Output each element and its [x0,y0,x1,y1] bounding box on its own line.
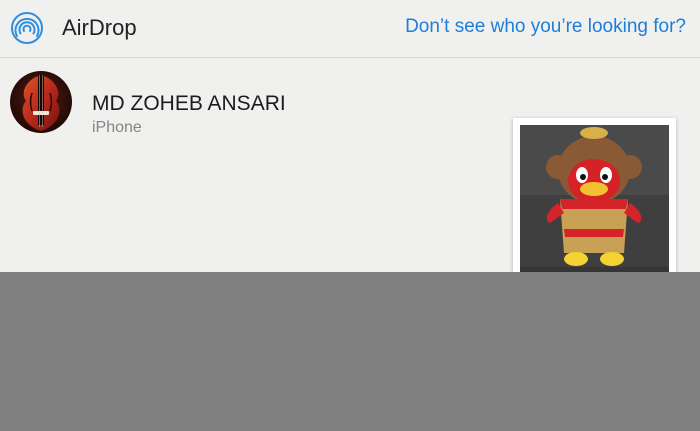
photo-thumbnail [513,118,676,272]
recipient-item[interactable]: MD ZOHEB ANSARI iPhone [10,71,330,136]
help-link[interactable]: Don’t see who you’re looking for? [405,15,686,39]
recipient-device: iPhone [92,119,142,136]
airdrop-title: AirDrop [62,15,137,40]
violin-avatar [10,71,72,133]
airdrop-sheet: AirDrop Don’t see who you’re looking for… [0,0,700,272]
airdrop-header: AirDrop Don’t see who you’re looking for… [0,0,700,58]
gray-overlay [0,272,700,431]
recipient-name: MD ZOHEB ANSARI [92,92,286,115]
airdrop-icon [10,11,44,45]
